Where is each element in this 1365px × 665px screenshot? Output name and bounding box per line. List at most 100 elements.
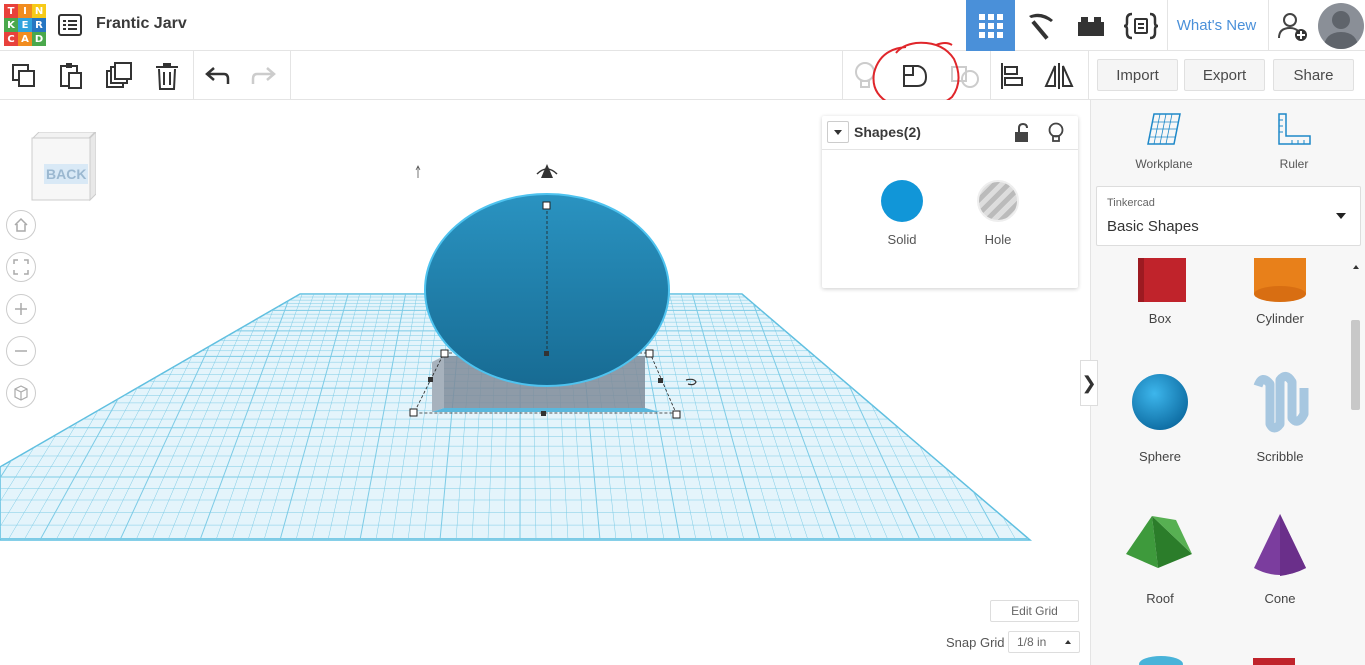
whats-new-link[interactable]: What's New — [1167, 0, 1265, 51]
3d-viewport[interactable]: BACK Shapes(2) Solid Hole Edit Grid Snap… — [0, 100, 1090, 665]
shape-cylinder[interactable]: Cylinder — [1225, 258, 1335, 326]
delete-button[interactable] — [150, 59, 184, 93]
caret-down-icon — [1336, 213, 1346, 219]
logo-letter: K — [4, 18, 18, 32]
inspector-title: Shapes(2) — [854, 124, 921, 140]
edit-grid-button[interactable]: Edit Grid — [990, 600, 1079, 622]
library-category: Tinkercad — [1107, 197, 1155, 209]
shapes-panel: Workplane Ruler Tinkercad Basic Shapes B… — [1090, 100, 1365, 665]
chevron-right-icon: ❯ — [1081, 372, 1097, 393]
shape-cone[interactable]: Cone — [1225, 510, 1335, 606]
shape-inspector: Shapes(2) Solid Hole — [822, 116, 1078, 288]
redo-button[interactable] — [247, 59, 281, 93]
grid-view-icon — [978, 13, 1003, 38]
ruler-tool[interactable]: Ruler — [1249, 112, 1339, 171]
undo-button[interactable] — [200, 59, 234, 93]
snap-grid-label: Snap Grid — [946, 635, 1005, 650]
hole-label: Hole — [984, 232, 1012, 247]
snap-grid-select[interactable]: 1/8 in — [1008, 631, 1080, 653]
share-button[interactable]: Share — [1273, 59, 1354, 91]
pickaxe-icon — [1028, 13, 1053, 40]
cylinder-shape-icon — [1254, 258, 1306, 302]
codeblocks-pickaxe-button[interactable] — [1016, 0, 1065, 51]
align-button[interactable] — [995, 59, 1029, 93]
shape-label: Roof — [1146, 591, 1174, 606]
bricks-button[interactable] — [1066, 0, 1115, 51]
workplane-label: Workplane — [1135, 157, 1193, 171]
ungroup-icon — [951, 66, 979, 88]
logo-letter: A — [18, 32, 32, 46]
caret-up-icon — [1353, 265, 1359, 269]
shape-label: Sphere — [1139, 449, 1181, 464]
design-menu-icon[interactable] — [58, 14, 82, 36]
copy-icon — [12, 64, 35, 87]
unlock-icon[interactable] — [1012, 122, 1032, 143]
code-braces-icon — [1123, 12, 1158, 39]
ruler-icon — [1278, 113, 1311, 145]
sphere-shape-icon — [1132, 374, 1188, 430]
logo-letter: T — [4, 4, 18, 18]
snap-grid-value: 1/8 in — [1017, 635, 1047, 649]
solid-label: Solid — [887, 232, 917, 247]
lightbulb-icon[interactable] — [1046, 122, 1066, 144]
caret-down-icon — [834, 129, 842, 135]
shape-roof[interactable]: Roof — [1105, 510, 1215, 606]
undo-icon — [205, 67, 230, 84]
mirror-icon — [1044, 63, 1074, 89]
shape-label: Box — [1148, 311, 1172, 326]
workplane-tool[interactable]: Workplane — [1119, 112, 1209, 171]
duplicate-icon — [106, 62, 132, 88]
solid-option[interactable]: Solid — [867, 180, 937, 247]
next-shapes-peek — [1139, 656, 1295, 665]
shapes-scrollbar[interactable] — [1349, 260, 1363, 665]
hole-option[interactable]: Hole — [963, 180, 1033, 247]
toggle-visibility-button[interactable] — [848, 59, 882, 93]
ungroup-button[interactable] — [948, 59, 982, 93]
shape-label: Cone — [1264, 591, 1296, 606]
workplane-icon — [1147, 113, 1181, 145]
mirror-button[interactable] — [1042, 59, 1076, 93]
library-name: Basic Shapes — [1107, 218, 1199, 235]
export-button[interactable]: Export — [1184, 59, 1265, 91]
import-button[interactable]: Import — [1097, 59, 1178, 91]
inspector-header: Shapes(2) — [822, 116, 1078, 150]
codeblocks-button[interactable] — [1116, 0, 1165, 51]
3d-view-button[interactable] — [966, 0, 1015, 51]
shape-scribble[interactable]: Scribble — [1225, 368, 1335, 464]
shape-sphere[interactable]: Sphere — [1105, 368, 1215, 464]
box-shape-icon — [1138, 258, 1186, 302]
trash-icon — [156, 63, 178, 90]
logo-letter: D — [32, 32, 46, 46]
caret-up-icon — [1065, 640, 1071, 644]
logo-letter: E — [18, 18, 32, 32]
group-button[interactable] — [898, 59, 932, 93]
cone-shape-icon — [1254, 514, 1306, 576]
tinkercad-logo[interactable]: TINKERCAD — [4, 4, 46, 46]
solid-color-swatch — [881, 180, 923, 222]
logo-letter: N — [32, 4, 46, 18]
edit-toolbar: Import Export Share — [0, 41, 1365, 111]
duplicate-button[interactable] — [102, 59, 136, 93]
add-user-button[interactable] — [1268, 0, 1316, 51]
shape-box[interactable]: Box — [1105, 258, 1215, 326]
logo-letter: C — [4, 32, 18, 46]
align-icon — [1001, 63, 1023, 89]
user-avatar[interactable] — [1318, 3, 1364, 49]
shape-library-select[interactable]: Tinkercad Basic Shapes — [1096, 186, 1361, 246]
brick-icon — [1077, 16, 1104, 36]
roof-shape-icon — [1126, 516, 1192, 568]
design-title[interactable]: Frantic Jarv — [96, 15, 187, 33]
scrollbar-thumb[interactable] — [1351, 320, 1360, 410]
panel-collapse-toggle[interactable]: ❯ — [1080, 360, 1098, 406]
inspector-collapse-button[interactable] — [827, 121, 849, 143]
add-user-icon — [1277, 12, 1307, 41]
lightbulb-icon — [855, 62, 875, 88]
top-bar: TINKERCAD Frantic Jarv What's New — [0, 0, 1365, 51]
shape-label: Scribble — [1256, 449, 1304, 464]
hole-swatch — [977, 180, 1019, 222]
copy-button[interactable] — [7, 59, 41, 93]
group-shape-icon — [903, 65, 928, 87]
paste-button[interactable] — [54, 59, 88, 93]
logo-letter: I — [18, 4, 32, 18]
scribble-shape-icon — [1253, 372, 1309, 433]
